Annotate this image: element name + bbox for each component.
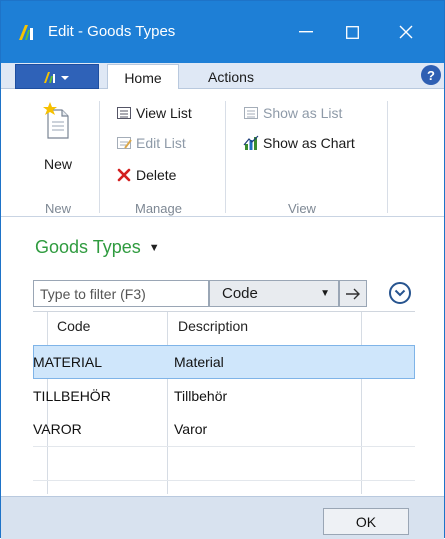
- view-list-label: View List: [136, 105, 192, 121]
- new-document-icon: [43, 102, 69, 139]
- group-label-view: View: [288, 201, 316, 216]
- tab-home[interactable]: Home: [107, 64, 179, 90]
- show-as-chart-label: Show as Chart: [263, 135, 355, 151]
- view-list-icon: [117, 107, 131, 119]
- edit-list-icon: [117, 137, 132, 149]
- app-logo-icon: [17, 23, 37, 41]
- new-button-icon-wrap[interactable]: [39, 101, 75, 141]
- group-label-new: New: [45, 201, 72, 216]
- group-label-manage: Manage: [135, 201, 182, 216]
- ok-button[interactable]: OK: [323, 508, 409, 535]
- show-as-chart-icon: [243, 135, 259, 150]
- filter-input[interactable]: [33, 280, 209, 307]
- show-as-chart-button[interactable]: Show as Chart: [243, 135, 355, 151]
- window-title: Edit - Goods Types: [48, 23, 176, 40]
- page-title-text: Goods Types: [35, 237, 141, 257]
- group-separator: [387, 101, 388, 213]
- edit-window: Edit - Goods Types Home Actions ? New Ne…: [0, 0, 445, 539]
- cell-code: VAROR: [33, 421, 82, 437]
- tab-actions[interactable]: Actions: [191, 64, 271, 90]
- cell-description: Varor: [174, 421, 208, 437]
- filter-field-select[interactable]: Code ▼: [209, 280, 339, 307]
- column-header-description[interactable]: Description: [178, 318, 248, 334]
- chevron-down-circle-icon: [394, 289, 406, 297]
- maximize-icon[interactable]: [329, 15, 375, 49]
- column-header-code[interactable]: Code: [57, 318, 90, 334]
- chevron-down-icon: ▼: [320, 288, 330, 299]
- table-row[interactable]: MATERIAL Material: [33, 345, 415, 379]
- group-separator: [225, 101, 226, 213]
- cell-code: MATERIAL: [33, 354, 102, 370]
- app-menu-icon: [44, 71, 69, 83]
- app-menu-button[interactable]: [15, 64, 99, 89]
- new-button[interactable]: New: [44, 156, 72, 172]
- delete-icon: [117, 168, 131, 182]
- delete-button[interactable]: Delete: [116, 167, 176, 183]
- chevron-down-icon[interactable]: ▼: [149, 242, 160, 254]
- title-bar[interactable]: Edit - Goods Types: [1, 1, 444, 63]
- delete-label: Delete: [136, 167, 177, 183]
- edit-list-label: Edit List: [136, 135, 186, 151]
- expand-filter-button[interactable]: [389, 282, 411, 304]
- arrow-right-icon: [346, 288, 360, 299]
- cell-code: TILLBEHÖR: [33, 388, 111, 404]
- page-title[interactable]: Goods Types ▼: [35, 237, 160, 258]
- minimize-icon[interactable]: [283, 15, 329, 49]
- cell-description: Material: [174, 354, 224, 370]
- view-list-button[interactable]: View List: [116, 105, 192, 121]
- row-divider: [33, 480, 415, 481]
- empty-table-row[interactable]: [33, 447, 415, 481]
- table-row[interactable]: TILLBEHÖR Tillbehör: [33, 380, 415, 414]
- show-as-list-icon: [244, 107, 258, 119]
- show-as-list-label: Show as List: [263, 105, 343, 121]
- group-separator: [99, 101, 100, 213]
- apply-filter-button[interactable]: [339, 280, 367, 307]
- show-as-list-button[interactable]: Show as List: [243, 105, 342, 121]
- goods-types-grid: Code Description MATERIAL Material TILLB…: [33, 311, 415, 494]
- filter-field-value: Code: [222, 285, 258, 302]
- table-row[interactable]: VAROR Varor: [33, 413, 415, 447]
- close-icon[interactable]: [383, 15, 429, 49]
- cell-description: Tillbehör: [174, 388, 228, 404]
- help-icon[interactable]: ?: [421, 65, 441, 85]
- edit-list-button[interactable]: Edit List: [116, 135, 186, 151]
